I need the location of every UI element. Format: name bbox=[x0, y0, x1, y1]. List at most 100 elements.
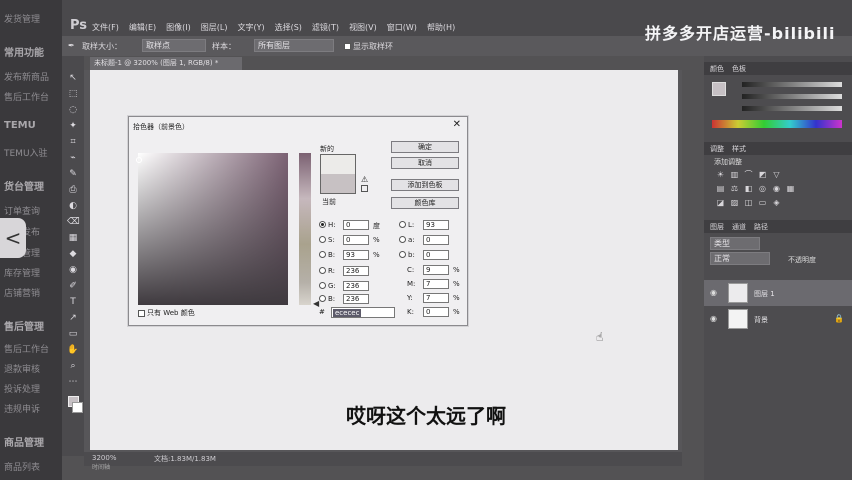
input-h[interactable]: 0 bbox=[343, 220, 369, 230]
input-s[interactable]: 0 bbox=[343, 235, 369, 245]
curves-icon[interactable]: ⌒ bbox=[744, 170, 753, 179]
current-color-swatch[interactable] bbox=[320, 174, 356, 194]
type-tool-icon[interactable]: T bbox=[67, 296, 79, 308]
tab-color[interactable]: 颜色 bbox=[710, 64, 724, 74]
input-l[interactable]: 93 bbox=[423, 220, 449, 230]
photo-filter-icon[interactable]: ◎ bbox=[758, 184, 767, 193]
ok-button[interactable]: 确定 bbox=[391, 141, 459, 153]
sidebar-item[interactable]: 店铺营销 bbox=[4, 286, 40, 299]
menu-type[interactable]: 文字(Y) bbox=[237, 22, 264, 33]
color-libraries-button[interactable]: 颜色库 bbox=[391, 197, 459, 209]
menu-view[interactable]: 视图(V) bbox=[349, 22, 377, 33]
crop-tool-icon[interactable]: ⌗ bbox=[67, 136, 79, 148]
color-balance-icon[interactable]: ⚖ bbox=[730, 184, 739, 193]
add-to-swatches-button[interactable]: 添加到色板 bbox=[391, 179, 459, 191]
blur-tool-icon[interactable]: ◆ bbox=[67, 248, 79, 260]
hex-input[interactable]: ececec bbox=[331, 307, 395, 318]
menu-help[interactable]: 帮助(H) bbox=[427, 22, 455, 33]
menu-edit[interactable]: 编辑(E) bbox=[129, 22, 156, 33]
input-r[interactable]: 236 bbox=[343, 266, 369, 276]
tab-layers[interactable]: 图层 bbox=[710, 222, 724, 232]
tab-swatches[interactable]: 色板 bbox=[732, 64, 746, 74]
color-lookup-icon[interactable]: ▦ bbox=[786, 184, 795, 193]
channel-mixer-icon[interactable]: ◉ bbox=[772, 184, 781, 193]
blend-mode-select[interactable]: 正常 bbox=[710, 252, 770, 265]
sidebar-item[interactable]: 投诉处理 bbox=[4, 382, 40, 395]
threshold-icon[interactable]: ◫ bbox=[744, 198, 753, 207]
web-safe-cube-icon[interactable] bbox=[361, 185, 368, 192]
input-g[interactable]: 236 bbox=[343, 281, 369, 291]
hue-saturation-icon[interactable]: ▤ bbox=[716, 184, 725, 193]
tab-paths[interactable]: 路径 bbox=[754, 222, 768, 232]
input-y[interactable]: 7 bbox=[423, 293, 449, 303]
quick-select-tool-icon[interactable]: ✦ bbox=[67, 120, 79, 132]
gradient-map-icon[interactable]: ▭ bbox=[758, 198, 767, 207]
menu-select[interactable]: 选择(S) bbox=[275, 22, 302, 33]
vibrance-icon[interactable]: ▽ bbox=[772, 170, 781, 179]
eraser-tool-icon[interactable]: ⌫ bbox=[67, 216, 80, 228]
exposure-icon[interactable]: ◩ bbox=[758, 170, 767, 179]
hand-tool-icon[interactable]: ✋ bbox=[67, 344, 79, 356]
zoom-tool-icon[interactable]: ⌕ bbox=[67, 360, 79, 372]
menu-window[interactable]: 窗口(W) bbox=[387, 22, 417, 33]
sidebar-item[interactable]: 售后工作台 bbox=[4, 342, 49, 355]
input-c[interactable]: 9 bbox=[423, 265, 449, 275]
color-slider-r[interactable] bbox=[742, 82, 842, 87]
radio-b-hsb[interactable] bbox=[319, 251, 326, 258]
menu-file[interactable]: 文件(F) bbox=[92, 22, 119, 33]
show-ring-checkbox[interactable]: 显示取样环 bbox=[344, 41, 393, 52]
layer-row[interactable]: ◉ 图层 1 bbox=[704, 280, 852, 306]
sample-size-select[interactable]: 取样点 bbox=[142, 39, 206, 52]
out-of-gamut-warning-icon[interactable]: ⚠ bbox=[361, 175, 368, 184]
radio-h[interactable] bbox=[319, 221, 326, 228]
pen-tool-icon[interactable]: ✐ bbox=[67, 280, 79, 292]
menu-filter[interactable]: 滤镜(T) bbox=[312, 22, 339, 33]
timeline-tab[interactable]: 时间轴 bbox=[92, 462, 110, 471]
radio-s[interactable] bbox=[319, 236, 326, 243]
move-tool-icon[interactable]: ↖ bbox=[67, 72, 79, 84]
menu-layer[interactable]: 图层(L) bbox=[201, 22, 228, 33]
color-slider-g[interactable] bbox=[742, 94, 842, 99]
sidebar-item[interactable]: 库存管理 bbox=[4, 266, 40, 279]
path-select-tool-icon[interactable]: ↗ bbox=[67, 312, 79, 324]
brush-tool-icon[interactable]: ⎙ bbox=[67, 184, 79, 196]
input-a[interactable]: 0 bbox=[423, 235, 449, 245]
menu-image[interactable]: 图像(I) bbox=[166, 22, 191, 33]
hue-slider[interactable] bbox=[299, 153, 311, 305]
input-b-lab[interactable]: 0 bbox=[423, 250, 449, 260]
gradient-tool-icon[interactable]: ▦ bbox=[67, 232, 79, 244]
eye-icon[interactable]: ◉ bbox=[710, 288, 717, 297]
more-tools-icon[interactable]: ⋯ bbox=[67, 376, 79, 388]
collapse-sidebar-button[interactable]: < bbox=[0, 218, 26, 258]
black-white-icon[interactable]: ◧ bbox=[744, 184, 753, 193]
eyedropper-tool-icon[interactable]: ⌁ bbox=[67, 152, 79, 164]
slider-arrow-icon[interactable]: ◀ bbox=[313, 299, 319, 308]
panel-foreground-swatch[interactable] bbox=[712, 82, 726, 96]
sample-select[interactable]: 所有图层 bbox=[254, 39, 334, 52]
sidebar-item[interactable]: 商品列表 bbox=[4, 460, 40, 473]
input-k[interactable]: 0 bbox=[423, 307, 449, 317]
brightness-icon[interactable]: ☀ bbox=[716, 170, 725, 179]
eye-icon[interactable]: ◉ bbox=[710, 314, 717, 323]
healing-tool-icon[interactable]: ✎ bbox=[67, 168, 79, 180]
input-m[interactable]: 7 bbox=[423, 279, 449, 289]
sidebar-item[interactable]: 发布新商品 bbox=[4, 70, 49, 83]
dodge-tool-icon[interactable]: ◉ bbox=[67, 264, 79, 276]
tab-adjustments[interactable]: 调整 bbox=[710, 144, 724, 154]
color-ramp[interactable] bbox=[712, 120, 842, 128]
tab-channels[interactable]: 通道 bbox=[732, 222, 746, 232]
posterize-icon[interactable]: ▨ bbox=[730, 198, 739, 207]
clone-stamp-tool-icon[interactable]: ◐ bbox=[67, 200, 79, 212]
zoom-level[interactable]: 3200% bbox=[92, 454, 116, 462]
radio-g[interactable] bbox=[319, 282, 326, 289]
radio-b-rgb[interactable] bbox=[319, 295, 326, 302]
radio-r[interactable] bbox=[319, 267, 326, 274]
radio-l[interactable] bbox=[399, 221, 406, 228]
rectangle-tool-icon[interactable]: ▭ bbox=[67, 328, 79, 340]
lasso-tool-icon[interactable]: ◌ bbox=[67, 104, 79, 116]
radio-b-lab[interactable] bbox=[399, 251, 406, 258]
document-tab[interactable]: 未标题-1 @ 3200% (图层 1, RGB/8) * bbox=[90, 57, 242, 70]
tab-styles[interactable]: 样式 bbox=[732, 144, 746, 154]
input-b-hsb[interactable]: 93 bbox=[343, 250, 369, 260]
layer-row[interactable]: ◉ 背景 🔒 bbox=[704, 306, 852, 332]
